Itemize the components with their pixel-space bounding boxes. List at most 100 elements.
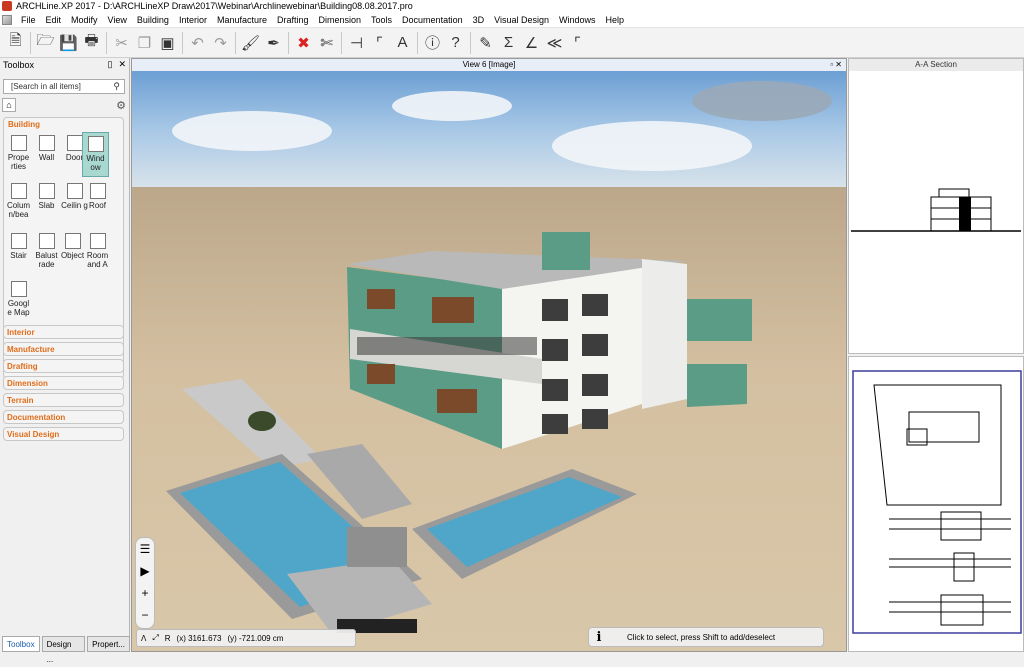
toolbar-divider (417, 31, 418, 54)
help-query-icon[interactable]: ? (444, 31, 467, 55)
menu-manufacture[interactable]: Manufacture (212, 12, 272, 28)
tool-slab[interactable]: Slab (33, 180, 60, 225)
eyedropper-icon[interactable]: ✒ (262, 31, 285, 55)
search-icon[interactable]: ⚲ (113, 80, 120, 93)
menu-bar: File Edit Modify View Building Interior … (0, 12, 1024, 28)
menu-help[interactable]: Help (601, 12, 630, 28)
menu-file[interactable]: File (16, 12, 41, 28)
tool-wall[interactable]: Wall (33, 132, 60, 177)
tool-window[interactable]: Wind ow (82, 132, 109, 177)
trim-icon[interactable]: ✄ (315, 31, 338, 55)
menu-tools[interactable]: Tools (366, 12, 397, 28)
stair-icon (10, 233, 27, 249)
tab-properties[interactable]: Propert... (87, 636, 130, 652)
tool-stair[interactable]: Stair (5, 230, 32, 275)
home-icon[interactable]: ⌂ (2, 98, 16, 112)
menu-modify[interactable]: Modify (66, 12, 103, 28)
brush-icon[interactable]: 🖌 (239, 31, 262, 55)
toolbox-search-input[interactable]: [Search in all items] ⚲ (3, 79, 125, 94)
snap-icon[interactable]: Λ (141, 634, 146, 643)
menu-documentation[interactable]: Documentation (397, 12, 468, 28)
print-icon[interactable]: 🖶 (80, 31, 103, 55)
main-toolbar: 🗎 🗁 💾 🖶 ✂ ❐ ▣ ↶ ↷ 🖌 ✒ ✖ ✄ ⊣ ⌜ A ⓘ ? ✎ Σ … (0, 28, 1024, 58)
tool-object[interactable]: Object (59, 230, 86, 275)
menu-building[interactable]: Building (132, 12, 174, 28)
tool-properties[interactable]: Prope rties (5, 132, 32, 177)
section-interior[interactable]: Interior (3, 325, 124, 339)
column-icon (10, 183, 27, 199)
redo-icon[interactable]: ↷ (209, 31, 232, 55)
tool-label: Prope rties (7, 153, 30, 171)
menu-dimension[interactable]: Dimension (314, 12, 367, 28)
extend-icon[interactable]: ⊣ (345, 31, 368, 55)
zoom-in-icon[interactable]: + (136, 582, 154, 604)
panel-tabs: Toolbox Design ... Propert... (0, 636, 130, 664)
cut-icon[interactable]: ✂ (110, 31, 133, 55)
pin-icon[interactable]: ▯ (108, 59, 113, 70)
building-section-header[interactable]: Building (4, 118, 123, 131)
search-placeholder: [Search in all items] (11, 82, 81, 91)
play-icon[interactable]: ▶ (136, 560, 154, 582)
zoom-out-icon[interactable]: − (136, 604, 154, 626)
building-render (166, 232, 752, 634)
measure-icon[interactable]: ✎ (474, 31, 497, 55)
menu-3d[interactable]: 3D (468, 12, 490, 28)
view-nav-controls: ☰ ▶ + − (135, 537, 155, 629)
delete-icon[interactable]: ✖ (292, 31, 315, 55)
coordinate-bar: Λ ⤢ R (x) 3161.673 (y) -721.009 cm (136, 629, 356, 647)
angle-icon[interactable]: ∠ (520, 31, 543, 55)
menu-list-icon[interactable]: ☰ (136, 538, 154, 560)
toolbar-divider (341, 31, 342, 54)
tab-design[interactable]: Design ... (41, 636, 86, 664)
tool-roof[interactable]: Roof (84, 180, 111, 225)
3d-viewport[interactable]: View 6 [Image] ▫ ✕ ☰ ▶ + − Λ ⤢ R (x) 316… (131, 58, 847, 652)
open-folder-icon[interactable]: 🗁 (34, 31, 57, 55)
coordinate-icon[interactable]: ⌜ (566, 31, 589, 55)
info-icon[interactable]: ⓘ (421, 31, 444, 55)
section-drafting[interactable]: Drafting (3, 359, 124, 373)
paste-icon[interactable]: ▣ (156, 31, 179, 55)
menu-windows[interactable]: Windows (554, 12, 601, 28)
relative-icon[interactable]: R (165, 634, 171, 643)
menu-interior[interactable]: Interior (174, 12, 212, 28)
menu-edit[interactable]: Edit (41, 12, 67, 28)
section-panel-title: A-A Section (849, 59, 1023, 71)
plan-view-panel[interactable] (848, 356, 1024, 652)
menu-visual-design[interactable]: Visual Design (489, 12, 554, 28)
tool-column[interactable]: Colum n/bea (5, 180, 32, 225)
sum-icon[interactable]: Σ (497, 31, 520, 55)
save-icon[interactable]: 💾 (57, 31, 80, 55)
tool-label: Wall (38, 153, 55, 162)
corner-icon[interactable]: ⌜ (368, 31, 391, 55)
copy-icon[interactable]: ❐ (133, 31, 156, 55)
toolbox-panel: Toolbox ▯ ✕ [Search in all items] ⚲ ⌂ ⚙ B… (0, 58, 130, 652)
section-manufacture[interactable]: Manufacture (3, 342, 124, 356)
gear-icon[interactable]: ⚙ (116, 99, 126, 112)
undo-icon[interactable]: ↶ (186, 31, 209, 55)
section-terrain[interactable]: Terrain (3, 393, 124, 407)
section-view-panel[interactable]: A-A Section (848, 58, 1024, 354)
roof-icon (89, 183, 106, 199)
new-file-icon[interactable]: 🗎 (4, 31, 27, 55)
toolbar-divider (30, 31, 31, 54)
tool-room[interactable]: Room and A (84, 230, 111, 275)
object-icon (64, 233, 81, 249)
close-icon[interactable]: ✕ (118, 59, 126, 70)
menu-view[interactable]: View (103, 12, 132, 28)
section-documentation[interactable]: Documentation (3, 410, 124, 424)
text-icon[interactable]: A (391, 31, 414, 55)
section-visual-design[interactable]: Visual Design (3, 427, 124, 441)
coord-y: (y) -721.009 cm (227, 633, 284, 643)
tool-balustrade[interactable]: Balust rade (33, 230, 60, 275)
system-menu-icon[interactable] (2, 14, 12, 25)
pick-icon[interactable]: ≪ (543, 31, 566, 55)
menu-drafting[interactable]: Drafting (272, 12, 314, 28)
tab-toolbox[interactable]: Toolbox (2, 636, 40, 652)
tool-google-map[interactable]: Googl e Map (5, 278, 32, 323)
toolbar-divider (106, 31, 107, 54)
axis-icon[interactable]: ⤢ (152, 633, 158, 643)
section-dimension[interactable]: Dimension (3, 376, 124, 390)
tool-label: Door (65, 153, 84, 162)
toolbar-divider (235, 31, 236, 54)
app-logo-icon (2, 1, 12, 11)
